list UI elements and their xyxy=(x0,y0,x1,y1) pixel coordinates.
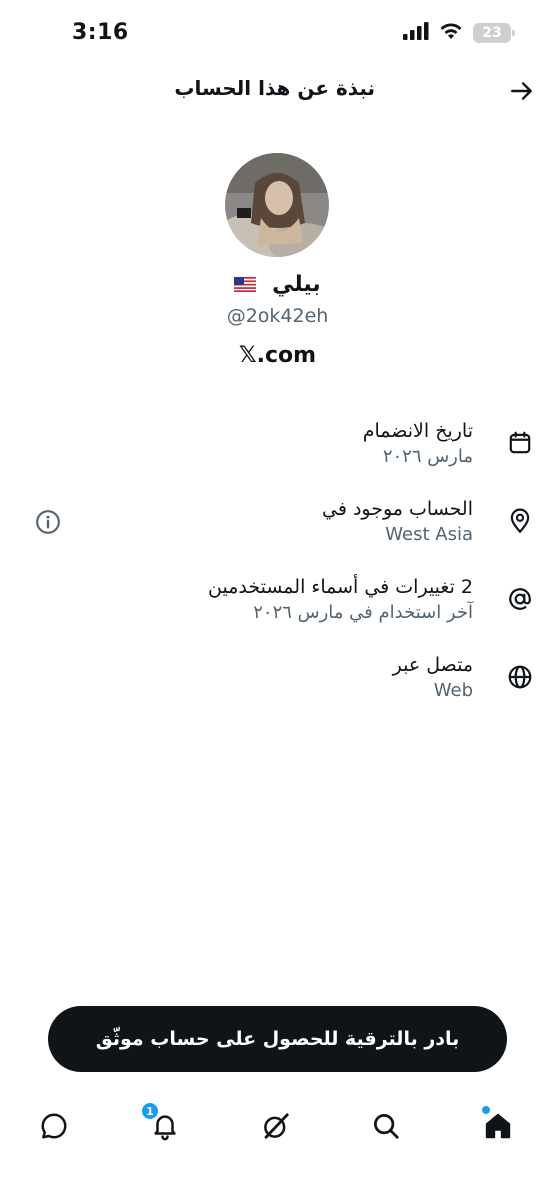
arrow-right-icon xyxy=(511,82,532,100)
message-bubble-icon xyxy=(41,1113,67,1139)
location-value: West Asia xyxy=(385,524,473,545)
upgrade-verified-button[interactable]: بادر بالترقية للحصول على حساب موثّق xyxy=(48,1006,507,1072)
battery-icon: 23 xyxy=(473,23,515,43)
bottom-nav: 1 xyxy=(0,1096,555,1156)
nav-home[interactable] xyxy=(478,1106,518,1146)
location-title: الحساب موجود في xyxy=(322,498,473,520)
location-pin-icon xyxy=(505,506,535,536)
home-new-indicator xyxy=(482,1106,490,1114)
connected-via-value: Web xyxy=(433,680,473,701)
info-row-joined: تاريخ الانضمام مارس ٢٠٢٦ xyxy=(0,414,555,484)
notifications-badge: 1 xyxy=(141,1102,159,1120)
home-icon xyxy=(485,1113,511,1139)
username-changes-value: آخر استخدام في مارس ٢٠٢٦ xyxy=(253,602,473,623)
globe-icon xyxy=(505,662,535,692)
page-title: نبذة عن هذا الحساب xyxy=(174,76,375,100)
username-changes-title: 2 تغييرات في أسماء المستخدمين xyxy=(208,576,473,598)
back-button[interactable] xyxy=(505,74,539,108)
username-handle: @2ok42eh xyxy=(226,305,329,327)
info-row-connected-via: متصل عبر Web xyxy=(0,648,555,718)
info-row-username-changes: 2 تغييرات في أسماء المستخدمين آخر استخدا… xyxy=(0,570,555,640)
joined-value: مارس ٢٠٢٦ xyxy=(382,446,473,467)
site-label: 𝕏.com xyxy=(238,343,317,368)
avatar[interactable] xyxy=(225,153,329,257)
grok-icon xyxy=(264,1113,289,1139)
display-name: بيلي xyxy=(272,272,321,297)
display-name-row: بيلي xyxy=(0,272,555,298)
search-icon xyxy=(374,1114,399,1139)
info-row-location: الحساب موجود في West Asia xyxy=(0,492,555,562)
at-sign-icon xyxy=(505,584,535,614)
nav-search[interactable] xyxy=(366,1106,406,1146)
status-time: 3:16 xyxy=(72,20,129,45)
us-flag-icon xyxy=(234,273,257,298)
status-indicators: 23 xyxy=(403,22,515,44)
status-bar: 3:16 23 xyxy=(0,0,555,66)
nav-notifications[interactable]: 1 xyxy=(141,1102,185,1146)
nav-grok[interactable] xyxy=(256,1106,296,1146)
header: نبذة عن هذا الحساب xyxy=(0,66,555,116)
info-icon[interactable] xyxy=(34,508,62,536)
connected-via-title: متصل عبر xyxy=(392,654,473,676)
wifi-icon xyxy=(439,22,463,44)
joined-title: تاريخ الانضمام xyxy=(362,420,473,442)
signal-icon xyxy=(403,22,429,44)
calendar-icon xyxy=(505,428,535,458)
nav-messages[interactable] xyxy=(34,1106,74,1146)
